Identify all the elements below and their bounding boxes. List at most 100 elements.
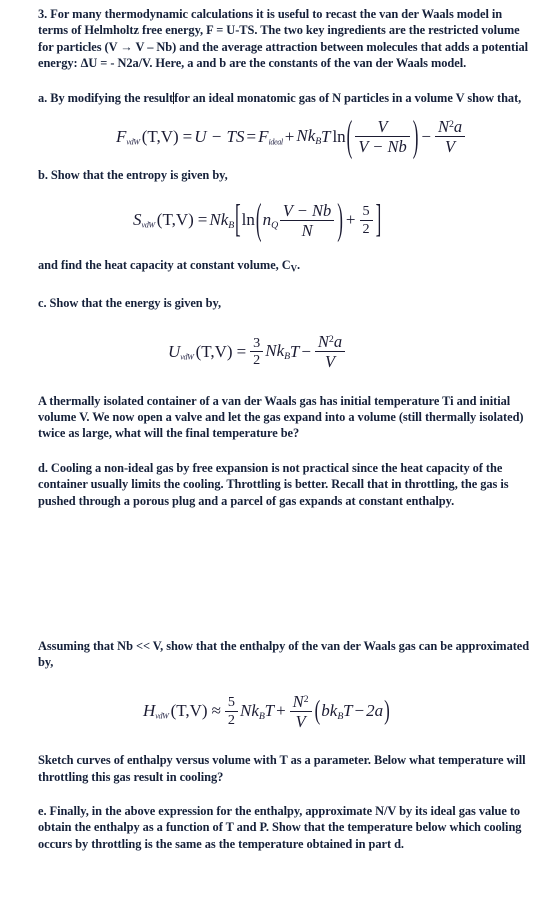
term-bkB: bkB (321, 701, 343, 722)
paragraph-part-d: d. Cooling a non-ideal gas by free expan… (38, 460, 509, 508)
bracket-group-close: ] (375, 197, 383, 241)
left-paren-icon: ( (255, 194, 262, 244)
fraction-N2a-over-V: N2a V (434, 117, 466, 157)
plus-sign: + (345, 210, 356, 230)
symbol-U-vdW: UvdW (168, 341, 194, 362)
n-symbol: N (437, 117, 449, 137)
args: (T,V) (141, 126, 179, 146)
term-NkB: NkB (265, 341, 290, 362)
equation-enthalpy: HvdW (T,V) ≈ 5 2 NkB T + N2 V ( bkB T − … (38, 693, 530, 730)
fraction-V-minus-Nb-over-N: V − Nb N (279, 200, 335, 240)
subscript-vdW: vdW (141, 220, 156, 230)
paragraph-intro: 3. For many thermodynamic calculations i… (38, 7, 529, 71)
n-symbol: N (292, 691, 304, 711)
subscript-Q: Q (271, 219, 278, 231)
minus-sign: − (421, 126, 431, 146)
n-symbol: n (262, 209, 272, 229)
bracket-group-open: [ (234, 197, 242, 241)
right-paren-icon: ) (337, 194, 343, 244)
part-a-text-after-caret: for an ideal monatomic gas of N particle… (174, 90, 522, 105)
symbol-T: T (320, 126, 331, 146)
exponent-2: 2 (303, 693, 309, 705)
approx-sign: ≈ (211, 701, 221, 721)
fraction-numerator: N2a (315, 333, 345, 350)
minus-sign: − (301, 341, 311, 361)
fraction-V-over-V-minus-Nb: V V − Nb (355, 118, 410, 157)
a-symbol: a (453, 117, 463, 137)
fraction-N2-over-V: N2 V (289, 693, 312, 731)
fraction-denominator: V (445, 137, 456, 157)
right-paren-icon: ) (412, 111, 419, 160)
left-paren-icon: ( (346, 111, 353, 160)
paragraph-part-b: b. Show that the entropy is given by, (38, 168, 228, 183)
equals-sign: = (197, 210, 208, 230)
symbol-F-ideal: Fideal (258, 126, 283, 147)
symbol-H-vdW: HvdW (143, 701, 169, 721)
subscript-V: V (290, 263, 298, 274)
fraction-denominator: V (324, 352, 336, 372)
term-2a: 2a (366, 701, 384, 721)
paren-group-close: ) (412, 111, 420, 159)
left-paren-icon: ( (314, 695, 321, 726)
fraction-five-halves: 5 2 (359, 204, 373, 237)
equation-helmholtz-free-energy: FvdW (T,V) = U − TS = Fideal + NkB T ln … (38, 111, 530, 160)
symbol-T: T (289, 341, 300, 361)
fraction-denominator: V − Nb (358, 137, 407, 157)
subscript-vdW: vdW (155, 711, 169, 721)
minus-sign: − (354, 701, 365, 721)
symbol-T: T (343, 701, 353, 721)
term-NkB: NkB (209, 210, 234, 231)
u-minus-ts: U − TS (194, 126, 245, 146)
ln-operator: ln (241, 210, 255, 230)
nk-text: Nk (296, 126, 316, 146)
fraction-numerator: V − Nb (282, 200, 332, 220)
fraction-five-halves: 5 2 (224, 695, 238, 728)
symbol-nQ: nQ (262, 209, 279, 231)
equation-entropy: SvdW (T,V) = NkB [ ln ( nQ V − Nb N ) + … (38, 195, 530, 243)
heat-capacity-text: and find the heat capacity at constant v… (38, 258, 301, 274)
paragraph-part-a: a. By modifying the resultfor an ideal m… (38, 90, 530, 106)
fraction-numerator: 3 (253, 334, 261, 351)
term-NkB: NkB (296, 126, 321, 147)
plus-sign: + (276, 701, 286, 721)
a-symbol: a (333, 332, 343, 352)
symbol-F-vdW: FvdW (116, 126, 140, 147)
subscript-ideal: ideal (268, 137, 283, 147)
fraction-denominator: 2 (362, 220, 370, 237)
paragraph-sketch: Sketch curves of enthalpy versus volume … (38, 753, 526, 784)
right-bracket-icon: ] (375, 197, 382, 242)
equation-energy: UvdW (T,V) = 3 2 NkB T − N2a V (38, 333, 530, 372)
fraction-three-halves: 3 2 (250, 334, 264, 369)
paragraph-part-e: e. Finally, in the above expression for … (38, 803, 522, 851)
fraction-numerator: N2 (290, 693, 312, 710)
paragraph-heat-capacity: and find the heat capacity at constant v… (38, 257, 530, 277)
fraction-denominator: V (295, 711, 306, 731)
nk-text: Nk (209, 209, 229, 229)
fraction-denominator: N (301, 220, 313, 240)
nk-text: Nk (265, 341, 285, 361)
symbol-S-vdW: SvdW (133, 210, 155, 230)
fraction-denominator: 2 (253, 352, 261, 369)
n-symbol: N (317, 332, 329, 352)
ln-operator: ln (332, 126, 346, 146)
plus-sign: + (284, 126, 295, 146)
blank-work-area (38, 509, 530, 638)
equals-sign: = (182, 126, 193, 146)
paren-group-open: ( (346, 111, 354, 159)
paren-group-open: ( (255, 195, 263, 243)
paragraph-assuming: Assuming that Nb << V, show that the ent… (38, 639, 530, 670)
args: (T,V) (170, 701, 208, 721)
subscript-vdW: vdW (180, 352, 194, 362)
equals-sign-2: = (246, 126, 257, 146)
document-page: 3. For many thermodynamic calculations i… (0, 0, 556, 910)
args: (T,V) (195, 341, 233, 361)
subscript-vdW: vdW (126, 137, 140, 147)
nk-text: Nk (240, 700, 259, 720)
